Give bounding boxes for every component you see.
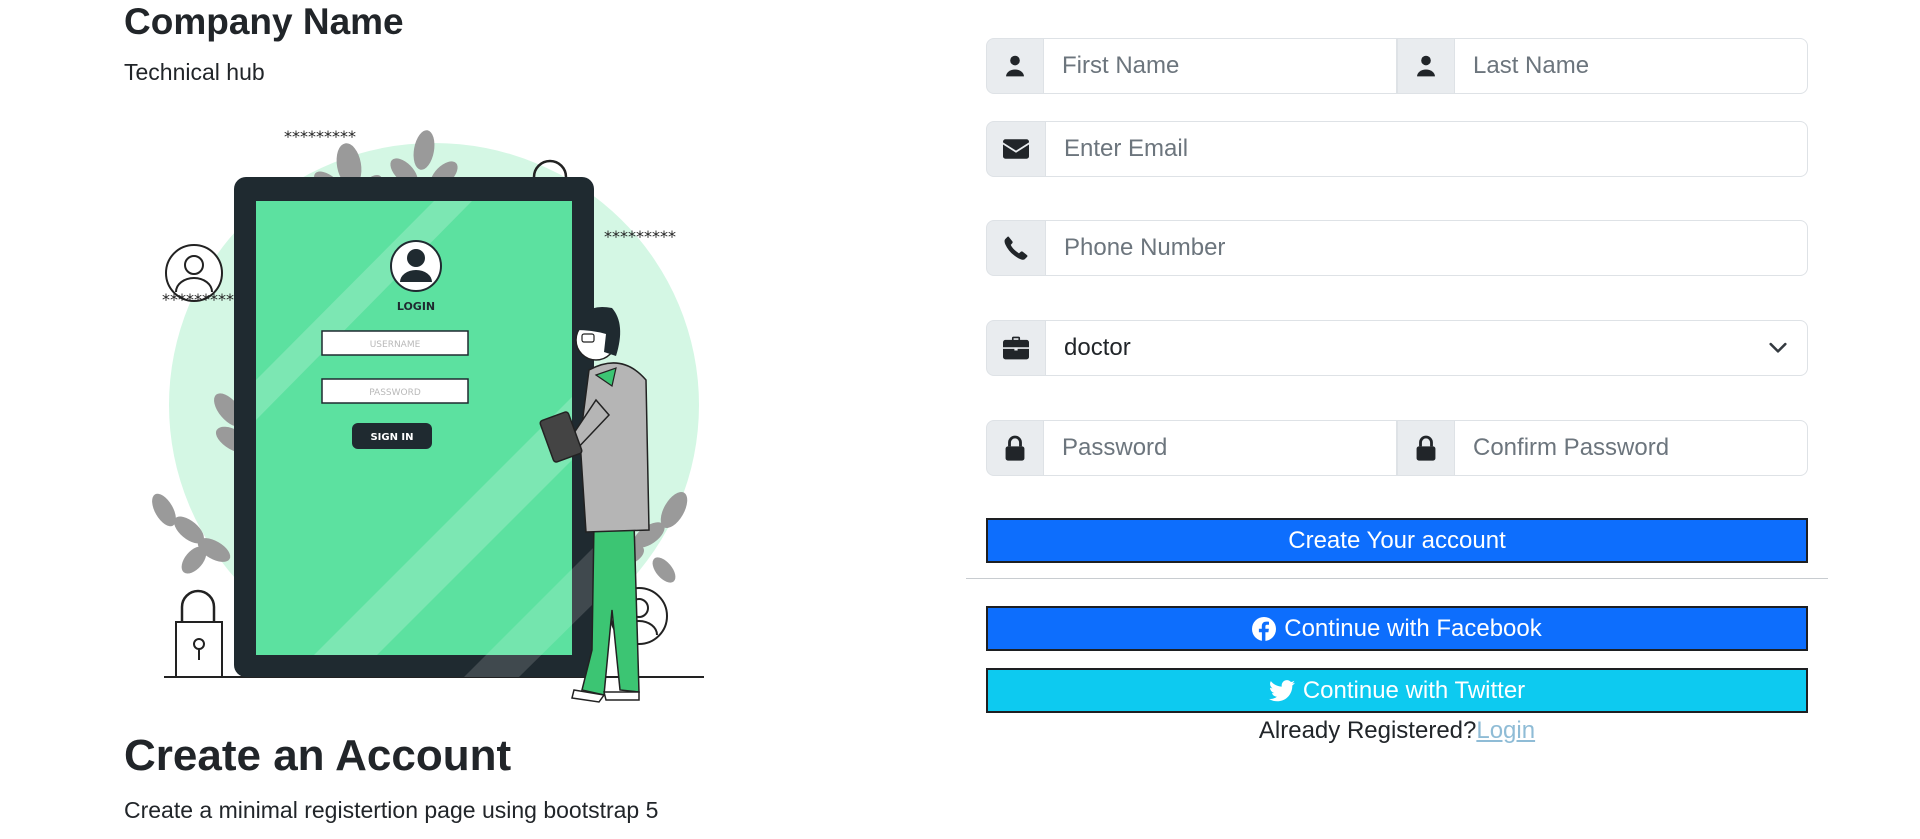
facebook-button[interactable]: Continue with Facebook	[986, 606, 1808, 651]
twitter-icon	[1268, 679, 1295, 701]
first-name-group: First Name	[986, 38, 1397, 94]
registration-form: First Name Last Name Enter Email Phone N…	[966, 0, 1828, 839]
password-group: Password	[986, 420, 1397, 476]
padlock-icon	[175, 589, 223, 678]
first-name-input[interactable]: First Name	[1044, 38, 1397, 94]
intro-column: Company Name Technical hub ********* ***…	[124, 0, 844, 839]
person-icon	[1397, 38, 1455, 94]
last-name-group: Last Name	[1397, 38, 1808, 94]
chevron-down-icon	[1769, 342, 1787, 353]
envelope-icon	[986, 121, 1046, 177]
screen-username-label: USERNAME	[370, 340, 421, 350]
twitter-button[interactable]: Continue with Twitter	[986, 668, 1808, 713]
password-row: Password Confirm Password	[986, 420, 1808, 476]
screen-password-label: PASSWORD	[369, 388, 421, 398]
password-input[interactable]: Password	[1044, 420, 1397, 476]
lock-icon	[1397, 420, 1455, 476]
tablet-device: LOGIN USERNAME PASSWORD SIGN IN	[234, 177, 594, 677]
role-row: doctor	[986, 320, 1808, 376]
company-name: Company Name	[124, 1, 404, 42]
briefcase-icon	[986, 320, 1046, 376]
email-input[interactable]: Enter Email	[1046, 121, 1808, 177]
screen-login-title: LOGIN	[397, 300, 435, 313]
masked-text: *********	[604, 227, 676, 246]
masked-text: *********	[162, 290, 234, 309]
login-link[interactable]: Login	[1476, 717, 1535, 744]
role-select-value: doctor	[1064, 334, 1131, 361]
role-select[interactable]: doctor	[1046, 320, 1808, 376]
screen-signin-label: SIGN IN	[370, 432, 413, 443]
email-row: Enter Email	[986, 121, 1808, 177]
login-illustration: ********* ********* ********* LOGIN USER…	[152, 130, 704, 703]
phone-icon	[986, 220, 1046, 276]
confirm-password-group: Confirm Password	[1397, 420, 1808, 476]
already-registered: Already Registered?Login	[986, 716, 1808, 746]
confirm-password-input[interactable]: Confirm Password	[1455, 420, 1808, 476]
divider	[966, 578, 1828, 579]
facebook-label: Continue with Facebook	[1284, 614, 1542, 642]
masked-text: *********	[284, 130, 356, 146]
name-row: First Name Last Name	[986, 38, 1808, 94]
phone-input[interactable]: Phone Number	[1046, 220, 1808, 276]
avatar-icon	[390, 240, 442, 292]
page-title: Create an Account	[124, 731, 512, 780]
last-name-input[interactable]: Last Name	[1455, 38, 1808, 94]
facebook-icon	[1252, 616, 1277, 641]
twitter-label: Continue with Twitter	[1302, 676, 1526, 704]
create-account-label: Create Your account	[1288, 526, 1506, 554]
page-description: Create a minimal registertion page using…	[124, 797, 659, 823]
already-registered-text: Already Registered?	[1258, 717, 1477, 744]
lock-icon	[986, 420, 1044, 476]
tagline: Technical hub	[124, 59, 265, 85]
person-icon	[986, 38, 1044, 94]
create-account-button[interactable]: Create Your account	[986, 518, 1808, 563]
phone-row: Phone Number	[986, 220, 1808, 276]
